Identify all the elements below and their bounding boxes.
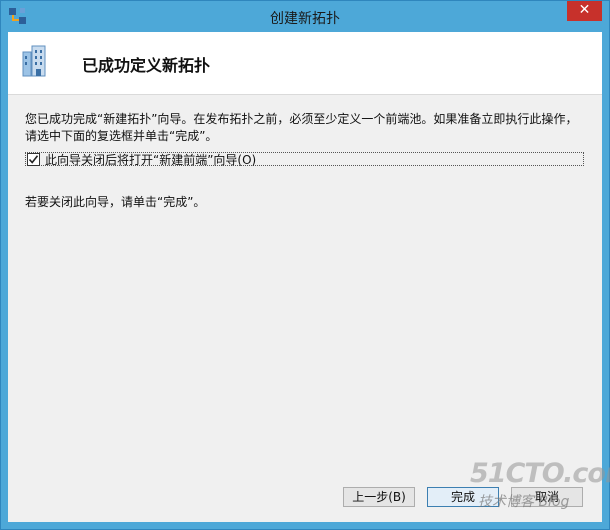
instruction-paragraph: 您已成功完成“新建拓扑”向导。在发布拓扑之前，必须至少定义一个前端池。如果准备立… xyxy=(25,111,590,145)
watermark-tagline: 技术博客 Blog xyxy=(478,494,570,510)
close-hint-text: 若要关闭此向导，请单击“完成”。 xyxy=(25,195,206,209)
watermark-site: 51CTO.com xyxy=(470,458,610,489)
checkmark-icon xyxy=(28,155,39,164)
page-title: 已成功定义新拓扑 xyxy=(82,56,211,75)
close-button[interactable]: ✕ xyxy=(567,1,602,21)
back-button[interactable]: 上一步(B) xyxy=(343,487,415,507)
open-frontend-wizard-checkbox[interactable] xyxy=(27,153,40,166)
site-watermark: 51CTO.com 技术博客 Blog xyxy=(470,452,610,512)
instruction-line-1: 您已成功完成“新建拓扑”向导。在发布拓扑之前，必须至少定义一个前端池。如果准备立… xyxy=(25,112,578,126)
checkbox-label[interactable]: 此向导关闭后将打开“新建前端”向导(O) xyxy=(45,151,256,168)
wizard-client-area: 已成功定义新拓扑 您已成功完成“新建拓扑”向导。在发布拓扑之前，必须至少定义一个… xyxy=(8,32,610,522)
title-bar[interactable]: 创建新拓扑 ✕ xyxy=(1,1,609,32)
wizard-window: 创建新拓扑 ✕ 已成功定义新拓扑 您已成功完成“新建拓扑”向导。在发布拓扑之前，… xyxy=(0,0,610,530)
open-frontend-wizard-option[interactable]: 此向导关闭后将打开“新建前端”向导(O) xyxy=(25,151,584,168)
window-title: 创建新拓扑 xyxy=(270,11,340,27)
wizard-header: 已成功定义新拓扑 xyxy=(8,32,602,95)
instruction-line-2: 请选中下面的复选框并单击“完成”。 xyxy=(25,129,218,143)
building-icon xyxy=(19,44,49,78)
